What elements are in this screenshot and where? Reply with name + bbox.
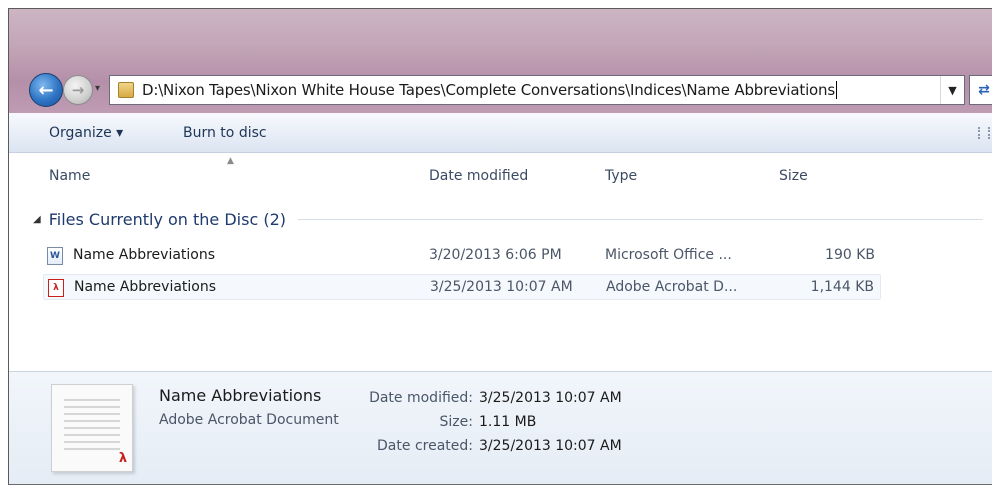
- details-date-modified-label: Date modified:: [369, 390, 473, 406]
- file-row-selected[interactable]: λ Name Abbreviations 3/25/2013 10:07 AM …: [43, 274, 881, 300]
- column-headers: Name ▲ Date modified Type Size: [9, 154, 992, 198]
- explorer-window: ← → ▾ D:\Nixon Tapes\Nixon White House T…: [8, 8, 992, 485]
- file-type: Microsoft Office ...: [605, 247, 732, 263]
- file-thumbnail: λ: [51, 384, 133, 472]
- address-path[interactable]: D:\Nixon Tapes\Nixon White House Tapes\C…: [142, 81, 835, 99]
- refresh-icon: ⇄: [978, 82, 990, 98]
- group-title: Files Currently on the Disc (2): [48, 209, 286, 229]
- address-bar[interactable]: D:\Nixon Tapes\Nixon White House Tapes\C…: [109, 75, 965, 105]
- collapse-triangle-icon[interactable]: ◢: [33, 214, 41, 225]
- file-date: 3/25/2013 10:07 AM: [430, 279, 573, 295]
- details-size: 1.11 MB: [479, 414, 537, 430]
- column-header-type[interactable]: Type: [605, 168, 637, 184]
- back-button[interactable]: ←: [29, 73, 63, 107]
- details-date-modified: 3/25/2013 10:07 AM: [479, 390, 622, 406]
- file-date: 3/20/2013 6:06 PM: [429, 247, 562, 263]
- arrow-right-icon: →: [71, 81, 85, 99]
- details-file-kind: Adobe Acrobat Document: [159, 412, 339, 428]
- details-size-label: Size:: [439, 414, 473, 430]
- column-header-date[interactable]: Date modified: [429, 168, 528, 184]
- recent-pages-dropdown[interactable]: ▾: [95, 84, 105, 94]
- pdf-document-icon: λ: [48, 279, 64, 297]
- sort-ascending-icon: ▲: [227, 156, 234, 166]
- refresh-button[interactable]: ⇄: [969, 75, 992, 105]
- group-divider: [298, 218, 983, 220]
- chevron-down-icon: ▼: [948, 83, 957, 97]
- details-date-created: 3/25/2013 10:07 AM: [479, 438, 622, 454]
- address-dropdown-button[interactable]: ▼: [940, 76, 964, 104]
- word-document-icon: W: [47, 247, 63, 265]
- column-header-size[interactable]: Size: [779, 168, 808, 184]
- folder-icon: [118, 82, 134, 98]
- text-caret: [835, 81, 837, 99]
- command-toolbar: Organize ▾ Burn to disc: [9, 113, 992, 153]
- file-size: 190 KB: [825, 247, 875, 263]
- navigation-bar: ← → ▾ D:\Nixon Tapes\Nixon White House T…: [29, 69, 992, 113]
- forward-button[interactable]: →: [63, 75, 93, 105]
- file-group-header[interactable]: ◢ Files Currently on the Disc (2): [33, 207, 983, 231]
- column-header-name[interactable]: Name: [49, 168, 90, 184]
- details-file-name: Name Abbreviations: [159, 386, 322, 405]
- file-type: Adobe Acrobat D...: [606, 279, 738, 295]
- file-size: 1,144 KB: [810, 279, 874, 295]
- details-pane: λ Name Abbreviations Adobe Acrobat Docum…: [9, 371, 992, 484]
- file-name: Name Abbreviations: [73, 247, 216, 263]
- view-options-icon[interactable]: [978, 127, 990, 139]
- details-date-created-label: Date created:: [377, 438, 473, 454]
- file-row[interactable]: W Name Abbreviations 3/20/2013 6:06 PM M…: [43, 243, 881, 269]
- document-preview: [64, 399, 120, 455]
- file-name: Name Abbreviations: [74, 279, 217, 295]
- organize-button[interactable]: Organize ▾: [49, 125, 123, 141]
- pdf-badge-icon: λ: [118, 450, 128, 466]
- arrow-left-icon: ←: [38, 79, 54, 101]
- burn-to-disc-button[interactable]: Burn to disc: [183, 125, 267, 141]
